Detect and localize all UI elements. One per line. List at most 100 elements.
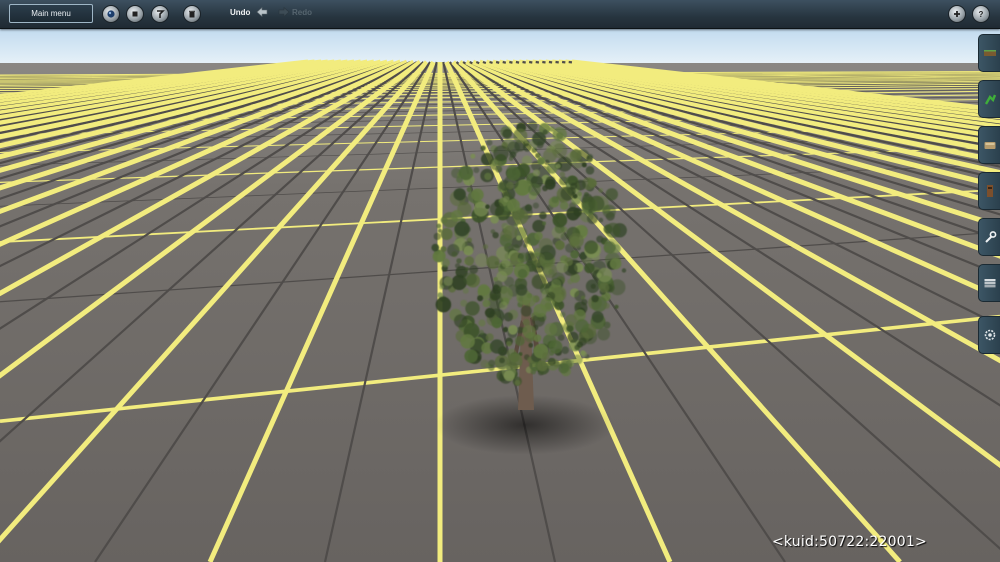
tree-foliage-clump: [605, 188, 618, 201]
tree-foliage-clump: [477, 284, 490, 297]
tree-foliage-clump: [518, 252, 529, 263]
tree-foliage-clump: [503, 225, 518, 240]
3d-viewport[interactable]: [0, 0, 1000, 562]
tree-foliage-clump: [460, 334, 475, 349]
tree-foliage-clump: [597, 267, 612, 283]
side-tab-layers[interactable]: [978, 172, 1000, 210]
tree-foliage-clump: [532, 131, 547, 146]
tree-foliage-clump: [528, 342, 534, 348]
tree-foliage-clump: [451, 210, 463, 222]
tree-foliage-clump: [609, 279, 626, 296]
delete-button[interactable]: [183, 5, 201, 23]
tree-foliage-clump: [514, 379, 521, 386]
side-tab-objects[interactable]: [978, 80, 1000, 118]
tree-foliage-clump: [552, 127, 567, 142]
side-tab-tools[interactable]: [978, 218, 1000, 256]
undo-arrow-icon[interactable]: [256, 6, 268, 18]
side-tool-panel: [978, 34, 1000, 354]
tree-foliage-clump: [569, 149, 582, 162]
tree-foliage-clump: [464, 256, 475, 266]
tree-foliage-clump: [503, 370, 515, 382]
tree-foliage-clump: [473, 167, 480, 174]
tree-foliage-clump: [534, 231, 543, 241]
tree-foliage-clump: [614, 304, 619, 309]
tree-foliage-clump: [552, 212, 568, 228]
tree-foliage-clump: [530, 368, 537, 375]
tree-foliage-clump: [566, 206, 580, 221]
tree-foliage-clump: [447, 244, 460, 257]
main-menu-button[interactable]: Main menu: [9, 4, 93, 23]
tree-foliage-clump: [568, 233, 584, 249]
tree-foliage-clump: [531, 252, 546, 267]
tree-foliage-clump: [561, 346, 569, 355]
tree-foliage-clump: [464, 226, 471, 233]
tree-foliage-clump: [542, 221, 547, 226]
tree-foliage-clump: [502, 128, 513, 139]
svg-text:?: ?: [979, 10, 984, 19]
tree-foliage-clump: [464, 267, 470, 272]
tree-foliage-clump: [514, 335, 525, 346]
stop-button[interactable]: [126, 5, 144, 23]
tree-foliage-clump: [496, 271, 508, 282]
tree-foliage-clump: [436, 223, 442, 229]
tree-foliage-clump: [439, 285, 444, 290]
tree-foliage-clump: [490, 215, 499, 224]
tree-foliage-clump: [478, 319, 486, 327]
tree-foliage-clump: [501, 259, 511, 268]
tree-foliage-clump: [473, 201, 489, 217]
tree-foliage-clump: [479, 329, 484, 335]
tree-foliage-clump: [597, 327, 610, 341]
tree-foliage-clump: [603, 241, 616, 254]
redo-arrow-icon: [278, 6, 290, 18]
tree-foliage-clump: [559, 171, 566, 178]
tree-foliage-clump: [513, 128, 528, 143]
tree-foliage-clump: [551, 196, 559, 204]
tree-foliage-clump: [603, 302, 610, 309]
tree-foliage-clump: [556, 260, 569, 273]
camera-button[interactable]: [102, 5, 120, 23]
tree-foliage-clump: [503, 312, 513, 322]
tree-foliage-clump: [560, 311, 566, 318]
tree-foliage-clump: [491, 159, 498, 167]
tree-foliage-clump: [541, 352, 550, 361]
tree-foliage-clump: [464, 349, 478, 363]
context-help-button[interactable]: [151, 5, 169, 23]
tree-foliage-clump: [532, 202, 540, 209]
help-button[interactable]: ?: [972, 5, 990, 23]
tree-foliage-clump: [489, 289, 501, 301]
tree-foliage-clump: [440, 246, 447, 253]
tree-foliage-clump: [453, 188, 466, 201]
tree-foliage-clump: [598, 188, 604, 193]
tree-foliage-clump: [489, 339, 505, 354]
add-button[interactable]: [948, 5, 966, 23]
tree-foliage-clump: [493, 277, 499, 282]
tree-foliage-clump: [555, 163, 561, 169]
tree-foliage-clump: [523, 243, 528, 248]
tree-foliage-clump: [572, 354, 583, 365]
tree-foliage-clump: [598, 217, 604, 223]
side-tab-track[interactable]: [978, 34, 1000, 72]
tree-foliage-clump: [570, 182, 577, 190]
tree-foliage-clump: [485, 204, 490, 209]
track-tab-icon: [984, 50, 996, 56]
tree-foliage-clump: [602, 204, 616, 218]
tree-foliage-clump: [591, 311, 604, 323]
tree-foliage-clump: [471, 188, 484, 202]
tree-foliage-clump: [458, 165, 474, 181]
tree-foliage-clump: [565, 314, 577, 326]
tree-foliage-clump: [515, 284, 528, 296]
side-tab-terrain[interactable]: [978, 126, 1000, 164]
tree-foliage-clump: [567, 278, 574, 285]
top-toolbar: Main menu Undo Redo ?: [0, 0, 1000, 29]
side-tab-settings[interactable]: [978, 316, 1000, 354]
terrain-tab-icon: [984, 142, 996, 149]
tree-foliage-clump: [465, 301, 480, 316]
tree-foliage-clump: [576, 341, 584, 348]
side-tab-paint[interactable]: [978, 264, 1000, 302]
undo-button[interactable]: Undo: [230, 8, 250, 17]
add-icon: [954, 11, 960, 17]
tree-foliage-clump: [489, 201, 505, 217]
tree-foliage-clump: [432, 251, 444, 263]
sky: [0, 29, 1000, 64]
tree-foliage-clump: [435, 296, 452, 313]
